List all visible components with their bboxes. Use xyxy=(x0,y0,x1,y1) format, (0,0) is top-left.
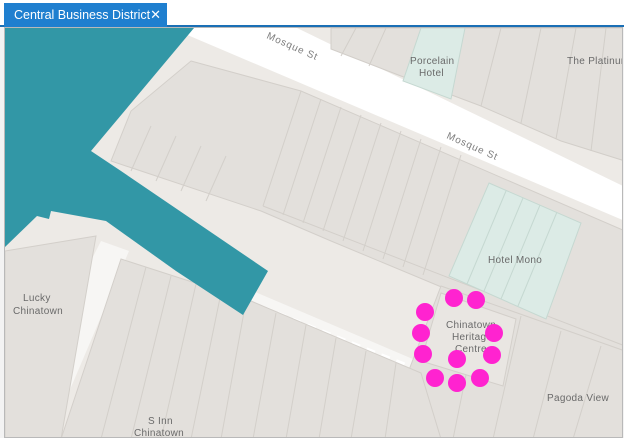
label-pagoda-view: Pagoda View xyxy=(547,393,610,404)
label-lucky-chinatown-line1: Lucky xyxy=(23,293,51,304)
map-window: Central Business District ✕ Mosque St Mo… xyxy=(0,0,624,440)
label-porcelain-hotel-line2: Hotel xyxy=(419,68,444,79)
map-view[interactable]: Mosque St Mosque St Porcelain Hotel The … xyxy=(4,27,623,438)
point-marker[interactable] xyxy=(445,289,463,307)
point-marker[interactable] xyxy=(426,369,444,387)
label-lucky-chinatown-line2: Chinatown xyxy=(13,306,63,317)
tab-label: Central Business District xyxy=(14,8,151,22)
label-s-inn-chinatown-line2: Chinatown xyxy=(134,428,184,438)
point-marker[interactable] xyxy=(471,369,489,387)
point-marker[interactable] xyxy=(467,291,485,309)
point-marker[interactable] xyxy=(448,374,466,392)
point-marker[interactable] xyxy=(448,350,466,368)
tab-central-business-district[interactable]: Central Business District ✕ xyxy=(4,3,167,27)
point-marker[interactable] xyxy=(412,324,430,342)
point-marker[interactable] xyxy=(414,345,432,363)
map-canvas[interactable]: Mosque St Mosque St Porcelain Hotel The … xyxy=(5,28,623,438)
label-the-platinum: The Platinum xyxy=(567,56,623,67)
label-porcelain-hotel-line1: Porcelain xyxy=(410,56,454,67)
close-icon[interactable]: ✕ xyxy=(150,9,161,22)
label-hotel-mono: Hotel Mono xyxy=(488,255,542,266)
tab-strip: Central Business District ✕ xyxy=(0,0,624,27)
label-s-inn-chinatown-line1: S Inn xyxy=(148,416,173,427)
point-marker[interactable] xyxy=(483,346,501,364)
point-marker[interactable] xyxy=(485,324,503,342)
point-marker[interactable] xyxy=(416,303,434,321)
